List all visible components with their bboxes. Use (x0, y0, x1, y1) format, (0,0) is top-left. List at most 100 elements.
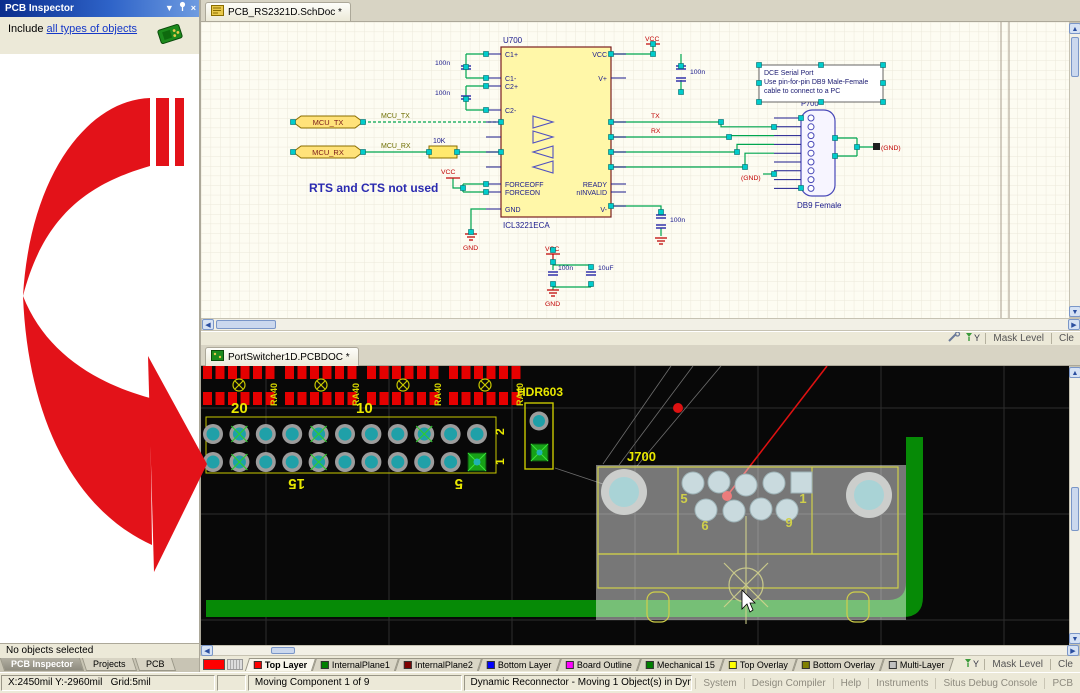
panel-titlebar[interactable]: PCB Inspector ▼ × (0, 0, 199, 17)
scroll-up-icon[interactable]: ▲ (1069, 23, 1080, 34)
layer-tab-top[interactable]: Top Layer (245, 658, 317, 671)
svg-text:C2+: C2+ (505, 84, 518, 91)
scroll-up-icon[interactable]: ▲ (1069, 367, 1080, 378)
filter-icon[interactable]: Y (965, 332, 981, 345)
svg-text:100n: 100n (435, 60, 450, 67)
schematic-vscrollbar[interactable]: ▲ ▼ (1069, 22, 1080, 318)
net-label-mcu-rx[interactable]: MCU_RX (381, 143, 411, 150)
svg-text:100n: 100n (670, 217, 685, 224)
inspector-body (0, 54, 199, 643)
panel-title: PCB Inspector (5, 3, 74, 14)
pcb-window: PortSwitcher1D.PCBDOC * RA40 RA40 RA40 R… (200, 345, 1080, 645)
pcb-canvas[interactable]: RA40 RA40 RA40 RA40 20 10 15 5 2 1 (201, 366, 1069, 645)
pcb-chip-icon (155, 23, 185, 48)
close-icon[interactable]: × (191, 0, 196, 17)
layer-tab-multi-layer[interactable]: Multi-Layer (880, 658, 954, 671)
svg-text:VCC: VCC (592, 52, 607, 59)
j700-component-ghost[interactable]: J700 5 1 6 (596, 449, 906, 624)
junction-square (873, 143, 880, 150)
rts-cts-note: RTS and CTS not used (309, 181, 438, 195)
layer-tab-internalplane1[interactable]: InternalPlane1 (312, 658, 399, 671)
svg-text:RA40: RA40 (269, 383, 279, 406)
current-layer-swatch (203, 659, 225, 670)
clear-button[interactable]: Cle (1056, 333, 1077, 344)
status-bar: X:2450mil Y:-2960mil Grid:5mil Moving Co… (0, 672, 1080, 693)
include-types-link[interactable]: all types of objects (47, 23, 138, 35)
pcbdoc-tab[interactable]: PortSwitcher1D.PCBDOC * (205, 347, 359, 366)
port-mcu-tx[interactable]: MCU_TX (293, 116, 363, 128)
scroll-down-icon[interactable]: ▼ (1069, 306, 1080, 317)
pin-icon[interactable] (178, 0, 187, 17)
status-menus: System Design Compiler Help Instruments … (695, 673, 1080, 693)
scroll-left-icon[interactable]: ◀ (202, 319, 214, 330)
svg-text:10: 10 (356, 400, 373, 417)
note-frame[interactable]: DCE Serial Port Use pin-for-pin DB9 Male… (759, 65, 883, 102)
tab-pcb[interactable]: PCB (134, 658, 175, 671)
pcb-maskbar: Y Mask Level Cle (964, 656, 1080, 672)
svg-text:ICL3221ECA: ICL3221ECA (503, 221, 550, 230)
svg-text:Y: Y (973, 659, 979, 668)
svg-text:5: 5 (680, 491, 687, 506)
schematic-hscrollbar[interactable]: ◀ ▶ (201, 318, 1080, 331)
scroll-down-icon[interactable]: ▼ (1069, 633, 1080, 644)
panel-tab-bar: PCB Inspector Projects PCB (0, 658, 199, 672)
svg-text:10K: 10K (433, 138, 446, 145)
svg-text:(GND): (GND) (881, 145, 901, 152)
svg-text:U700: U700 (503, 36, 523, 45)
svg-text:C2-: C2- (505, 108, 517, 115)
scroll-right-icon[interactable]: ▶ (1068, 319, 1080, 330)
layer-sets-button[interactable] (227, 659, 243, 670)
header-connector[interactable]: 20 10 15 5 2 1 (203, 400, 507, 492)
svg-text:RA40: RA40 (433, 383, 443, 406)
menu-instruments[interactable]: Instruments (868, 678, 935, 689)
chevron-down-icon[interactable]: ▼ (165, 0, 174, 17)
pcb-vscrollbar[interactable]: ▲ ▼ (1069, 366, 1080, 645)
port-mcu-rx[interactable]: MCU_RX (293, 146, 363, 158)
svg-text:1: 1 (799, 491, 806, 506)
menu-situs-debug[interactable]: Situs Debug Console (935, 678, 1044, 689)
schematic-tabbar: PCB_RS2321D.SchDoc * (201, 0, 1080, 22)
moving-status: Moving Component 1 of 9 (248, 675, 462, 691)
mask-level-button[interactable]: Mask Level (990, 333, 1047, 344)
scroll-right-icon[interactable]: ▶ (1067, 645, 1079, 656)
tab-pcb-inspector[interactable]: PCB Inspector (0, 658, 84, 671)
scroll-left-icon[interactable]: ◀ (201, 645, 213, 656)
menu-design-compiler[interactable]: Design Compiler (744, 678, 833, 689)
svg-text:MCU_RX: MCU_RX (312, 148, 344, 157)
schematic-maskbar: Y Mask Level Cle (201, 331, 1080, 345)
svg-text:Use pin-for-pin DB9 Male-Femal: Use pin-for-pin DB9 Male-Female (764, 79, 868, 86)
net-label-mcu-tx[interactable]: MCU_TX (381, 113, 410, 120)
svg-text:100n: 100n (558, 265, 573, 272)
layer-tab-internalplane2[interactable]: InternalPlane2 (395, 658, 482, 671)
menu-help[interactable]: Help (833, 678, 869, 689)
menu-pcb[interactable]: PCB (1044, 678, 1080, 689)
mask-level-button[interactable]: Mask Level (989, 659, 1046, 670)
svg-text:MCU_TX: MCU_TX (313, 118, 344, 127)
hdr603-component[interactable]: HDR603 (517, 385, 563, 469)
layer-tab-top-overlay[interactable]: Top Overlay (720, 658, 797, 671)
svg-text:(GND): (GND) (741, 175, 761, 182)
wrench-icon[interactable] (947, 332, 961, 346)
inspector-status: No objects selected (0, 643, 199, 658)
layer-tab-bottom[interactable]: Bottom Layer (478, 658, 561, 671)
svg-text:GND: GND (505, 207, 521, 214)
svg-text:C1-: C1- (505, 76, 517, 83)
coordinate-readout: X:2450mil Y:-2960mil Grid:5mil (1, 675, 215, 691)
clear-button[interactable]: Cle (1055, 659, 1076, 670)
layer-tab-mechanical15[interactable]: Mechanical 15 (637, 658, 724, 671)
layer-tab-bottom-overlay[interactable]: Bottom Overlay (793, 658, 884, 671)
net-label-rx: RX (651, 128, 661, 135)
pcb-inspector-panel: PCB Inspector ▼ × Include all types of o… (0, 0, 200, 672)
menu-system[interactable]: System (695, 678, 743, 689)
tab-projects[interactable]: Projects (82, 658, 137, 671)
svg-text:DCE Serial Port: DCE Serial Port (764, 70, 813, 77)
layer-tab-board-outline[interactable]: Board Outline (557, 658, 641, 671)
filter-icon[interactable]: Y (964, 658, 980, 671)
status-spacer (217, 675, 246, 691)
schdoc-tab[interactable]: PCB_RS2321D.SchDoc * (205, 2, 351, 21)
ic-symbol[interactable]: U700 ICL3221ECA C1+ C1- C2+ C2- FORCEOFF… (486, 36, 626, 230)
altium-application: PCB Inspector ▼ × Include all types of o… (0, 0, 1080, 693)
schematic-canvas[interactable]: MCU_TX MCU_RX MCU_TX MCU_RX 10K (201, 22, 1069, 318)
svg-text:V-: V- (600, 207, 607, 214)
pcb-hscrollbar[interactable]: ◀ ▶ (200, 645, 1080, 656)
